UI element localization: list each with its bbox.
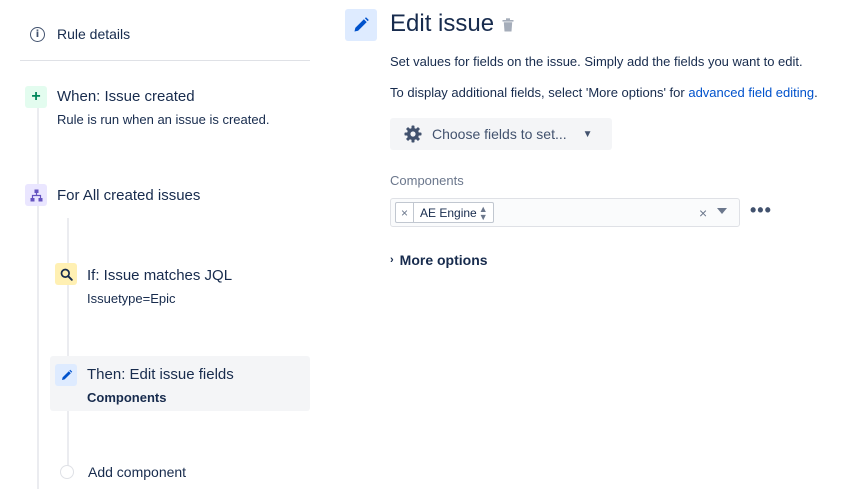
branch-step[interactable]: For All created issues	[25, 183, 315, 213]
rule-connector-line	[37, 108, 39, 489]
add-component-label: Add component	[88, 464, 187, 480]
plus-icon: +	[25, 86, 47, 108]
advanced-field-editing-link[interactable]: advanced field editing	[688, 85, 814, 100]
description-text: Set values for fields on the issue. Simp…	[390, 54, 803, 69]
trigger-title: When: Issue created	[57, 88, 195, 105]
condition-title: If: Issue matches JQL	[87, 267, 233, 284]
chip-label: AE Engine	[420, 205, 477, 220]
hint-period: .	[814, 85, 818, 100]
trigger-step[interactable]: + When: Issue created Rule is run when a…	[25, 84, 315, 134]
trigger-subtitle: Rule is run when an issue is created.	[57, 112, 270, 127]
condition-subtitle: Issuetype=Epic	[87, 291, 176, 306]
rule-sidebar: i Rule details + When: Issue created Rul…	[0, 0, 330, 489]
chip-remove-icon[interactable]: ×	[396, 203, 414, 222]
chevron-right-icon: ›	[390, 254, 394, 266]
rule-details-label: Rule details	[57, 26, 131, 42]
more-actions-icon[interactable]: •••	[750, 200, 772, 221]
branch-title: For All created issues	[57, 187, 201, 204]
pencil-icon	[345, 9, 377, 41]
page-title: Edit issue	[390, 10, 495, 37]
branch-icon	[25, 184, 47, 206]
sort-icon: ▲ ▼	[478, 203, 488, 222]
info-icon: i	[30, 26, 45, 42]
action-subtitle: Components	[87, 390, 167, 405]
components-select[interactable]: × AE Engine ▲ ▼ ×	[390, 198, 740, 227]
choose-fields-label: Choose fields to set...	[432, 126, 567, 142]
branch-connector-line	[67, 218, 69, 468]
pencil-icon	[55, 364, 77, 386]
add-component-circle-icon	[60, 465, 74, 479]
more-options-label: More options	[399, 252, 488, 268]
action-title: Then: Edit issue fields	[87, 366, 234, 383]
clear-icon[interactable]: ×	[699, 205, 707, 221]
dropdown-arrow-icon[interactable]	[717, 208, 727, 214]
chevron-down-icon: ▼	[582, 128, 593, 140]
condition-step[interactable]: If: Issue matches JQL Issuetype=Epic	[55, 263, 315, 313]
gear-icon	[404, 125, 422, 143]
action-step[interactable]: Then: Edit issue fields Components	[50, 356, 310, 411]
sidebar-divider	[20, 60, 310, 61]
more-options-toggle[interactable]: › More options	[390, 252, 488, 268]
trash-icon[interactable]	[502, 18, 514, 37]
advanced-editing-hint: To display additional fields, select 'Mo…	[390, 85, 818, 100]
search-icon	[55, 263, 77, 285]
choose-fields-button[interactable]: Choose fields to set... ▼	[390, 118, 612, 150]
add-component-button[interactable]: Add component	[60, 464, 186, 480]
hint-text: To display additional fields, select 'Mo…	[390, 85, 689, 100]
components-label: Components	[390, 173, 464, 188]
component-chip[interactable]: × AE Engine ▲ ▼	[395, 202, 494, 223]
rule-details-link[interactable]: i Rule details	[30, 26, 130, 42]
